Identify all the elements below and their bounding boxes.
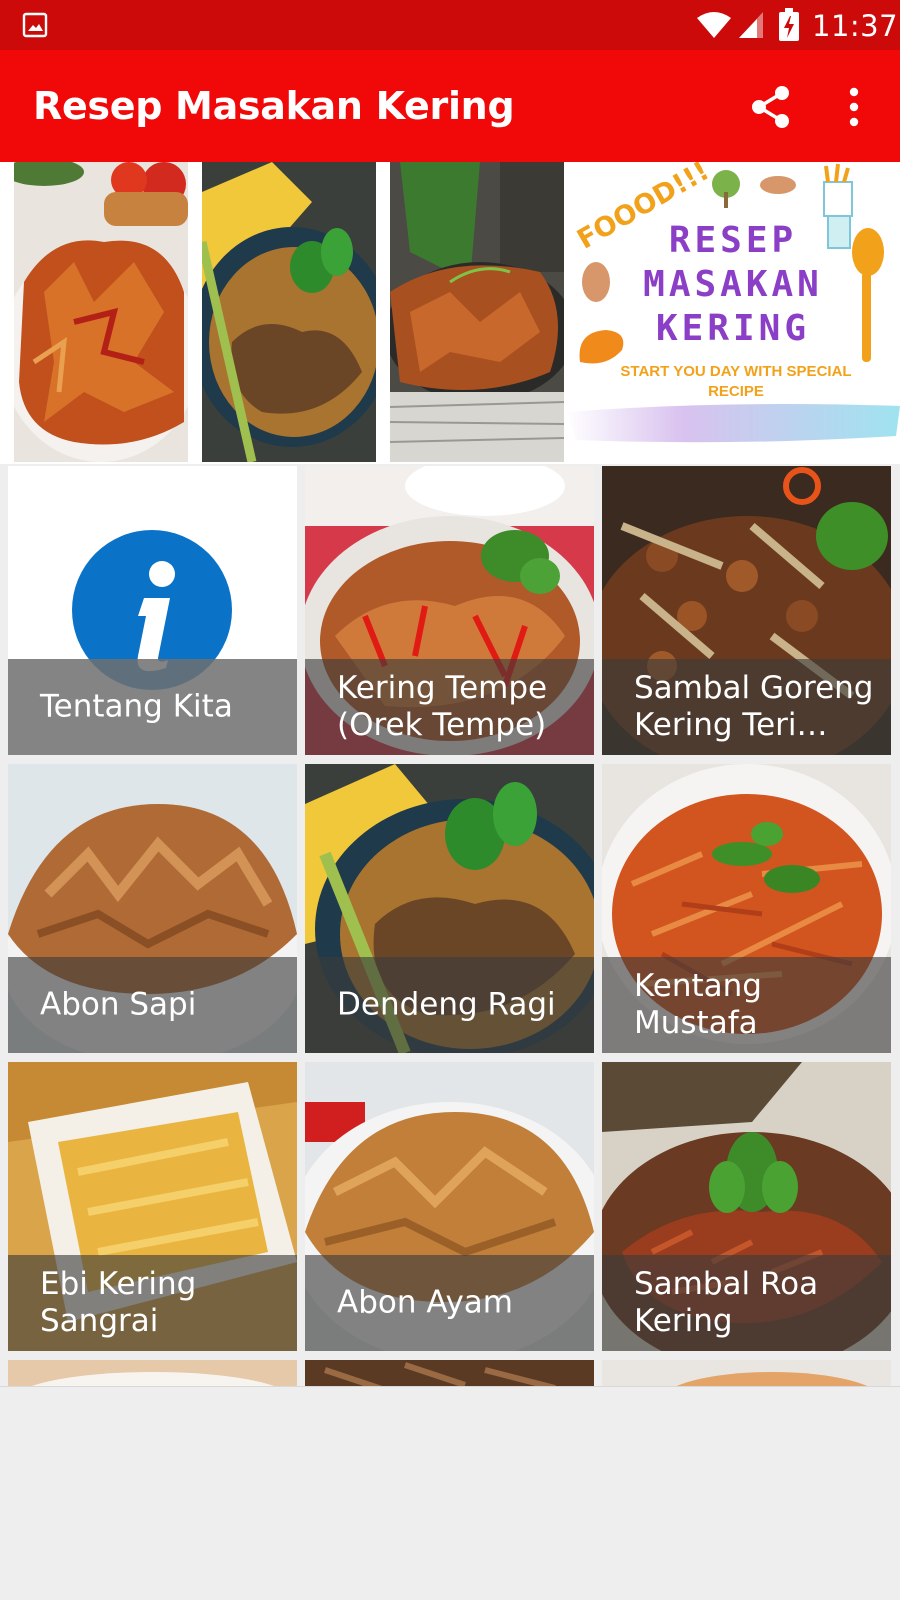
grid-item-label: Dendeng Ragi [337, 986, 556, 1023]
status-bar: 11:37 [0, 0, 900, 50]
banner-promo: FOOOD!!! RESEP MASAKAN KERING START YOU … [566, 162, 900, 462]
grid-item-caption: Tentang Kita [8, 659, 297, 755]
grid-photo [305, 1360, 594, 1386]
more-vert-icon[interactable] [840, 84, 868, 130]
grid-item-kentang-mustafa[interactable]: Kentang Mustafa [602, 764, 891, 1053]
recipe-grid: Tentang Kita Kering Tempe (Orek Tempe) S… [0, 464, 900, 1386]
grid-item-label: Sambal Roa Kering [634, 1266, 819, 1339]
grid-photo [602, 1360, 891, 1386]
empty-bottom-area [0, 1386, 900, 1600]
grid-item-label: Kering Tempe (Orek Tempe) [337, 670, 548, 743]
grid-item-partial-2[interactable] [305, 1360, 594, 1386]
grid-item-abon-sapi[interactable]: Abon Sapi [8, 764, 297, 1053]
promo-line-2: MASAKAN [643, 264, 823, 305]
grid-item-caption: Sambal Roa Kering [602, 1255, 891, 1351]
grid-item-ebi-kering-sangrai[interactable]: Ebi Kering Sangrai [8, 1062, 297, 1351]
share-icon[interactable] [748, 84, 794, 130]
grid-item-abon-ayam[interactable]: Abon Ayam [305, 1062, 594, 1351]
banner-carousel[interactable]: FOOOD!!! RESEP MASAKAN KERING START YOU … [0, 162, 900, 464]
promo-brush-stroke [566, 404, 900, 443]
grid-item-caption: Abon Sapi [8, 957, 297, 1053]
grid-item-sambal-goreng-teri[interactable]: Sambal Goreng Kering Teri… [602, 466, 891, 755]
grid-item-kering-tempe[interactable]: Kering Tempe (Orek Tempe) [305, 466, 594, 755]
banner-photo-tempe [390, 162, 564, 462]
battery-charging-icon [779, 8, 799, 41]
grid-item-sambal-roa-kering[interactable]: Sambal Roa Kering [602, 1062, 891, 1351]
status-clock: 11:37 [812, 9, 899, 43]
grid-item-label: Abon Sapi [40, 986, 197, 1023]
grid-item-dendeng-ragi[interactable]: Dendeng Ragi [305, 764, 594, 1053]
grid-item-caption: Ebi Kering Sangrai [8, 1255, 297, 1351]
wifi-icon [697, 12, 731, 38]
cell-signal-icon [739, 12, 763, 38]
app-bar: Resep Masakan Kering [0, 50, 900, 162]
grid-item-label: Sambal Goreng Kering Teri… [634, 670, 874, 743]
grid-item-caption: Kentang Mustafa [602, 957, 891, 1053]
grid-item-tentang-kita[interactable]: Tentang Kita [8, 466, 297, 755]
grid-item-caption: Sambal Goreng Kering Teri… [602, 659, 891, 755]
banner-photo-serundeng [202, 162, 376, 462]
grid-item-label: Tentang Kita [40, 688, 233, 725]
promo-line-1: RESEP [668, 220, 798, 261]
grid-item-label: Ebi Kering Sangrai [40, 1266, 197, 1339]
grid-item-partial-1[interactable] [8, 1360, 297, 1386]
grid-item-label: Kentang Mustafa [634, 968, 762, 1041]
grid-item-partial-3[interactable] [602, 1360, 891, 1386]
promo-tagline: START YOU DAY WITH SPECIAL RECIPE [620, 363, 852, 400]
grid-item-caption: Abon Ayam [305, 1255, 594, 1351]
grid-item-label: Abon Ayam [337, 1284, 513, 1321]
banner-photo-chips [14, 162, 188, 462]
gallery-icon [22, 12, 48, 38]
grid-photo [8, 1360, 297, 1386]
grid-item-caption: Kering Tempe (Orek Tempe) [305, 659, 594, 755]
promo-line-3: KERING [655, 308, 811, 349]
app-title: Resep Masakan Kering [33, 84, 515, 128]
grid-item-caption: Dendeng Ragi [305, 957, 594, 1053]
